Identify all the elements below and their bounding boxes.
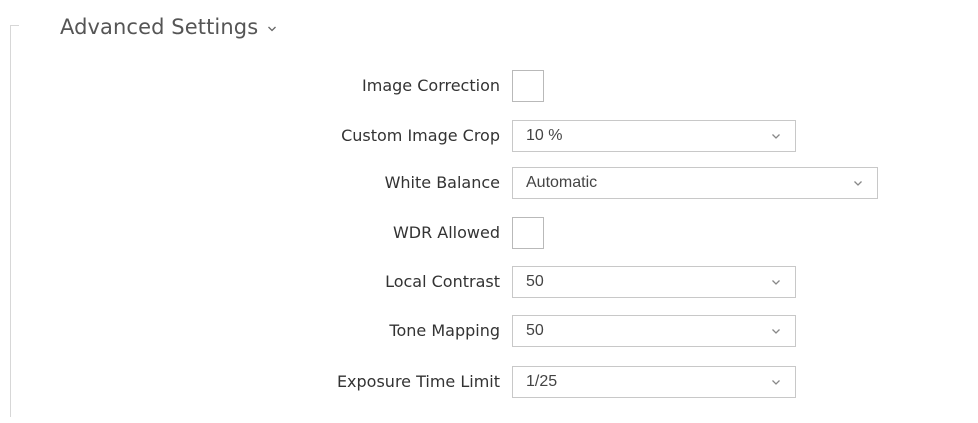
local-contrast-value: 50 [526, 273, 544, 290]
local-contrast-select[interactable]: 50 [512, 266, 796, 298]
local-contrast-row: Local Contrast 50 [0, 266, 978, 298]
local-contrast-label: Local Contrast [385, 272, 500, 291]
chevron-down-icon [854, 181, 862, 186]
exposure-time-limit-label: Exposure Time Limit [336, 372, 500, 391]
chevron-down-icon [772, 329, 780, 334]
custom-image-crop-value: 10 % [526, 127, 563, 144]
chevron-down-icon [772, 280, 780, 285]
image-correction-row: Image Correction [0, 70, 978, 102]
custom-image-crop-label: Custom Image Crop [341, 126, 500, 145]
advanced-settings-toggle[interactable]: Advanced Settings [60, 11, 277, 43]
wdr-allowed-label: WDR Allowed [392, 223, 500, 242]
tone-mapping-value: 50 [526, 322, 544, 339]
tone-mapping-select[interactable]: 50 [512, 315, 796, 347]
image-correction-label: Image Correction [362, 76, 500, 95]
white-balance-row: White Balance Automatic [0, 167, 978, 199]
white-balance-select[interactable]: Automatic [512, 167, 878, 199]
section-frame-corner [10, 25, 19, 26]
custom-image-crop-row: Custom Image Crop 10 % [0, 120, 978, 152]
exposure-time-limit-row: Exposure Time Limit 1/25 [0, 366, 978, 398]
section-title: Advanced Settings [60, 15, 259, 39]
image-correction-checkbox[interactable] [512, 70, 544, 102]
chevron-down-icon [772, 380, 780, 385]
chevron-down-icon [268, 26, 277, 32]
tone-mapping-label: Tone Mapping [389, 321, 500, 340]
advanced-settings-panel: Advanced Settings Image Correction Custo… [0, 0, 978, 423]
chevron-down-icon [772, 134, 780, 139]
wdr-allowed-checkbox[interactable] [512, 217, 544, 249]
white-balance-value: Automatic [526, 174, 598, 191]
white-balance-label: White Balance [384, 173, 500, 192]
exposure-time-limit-select[interactable]: 1/25 [512, 366, 796, 398]
custom-image-crop-select[interactable]: 10 % [512, 120, 796, 152]
exposure-time-limit-value: 1/25 [526, 373, 558, 390]
wdr-allowed-row: WDR Allowed [0, 217, 978, 249]
tone-mapping-row: Tone Mapping 50 [0, 315, 978, 347]
